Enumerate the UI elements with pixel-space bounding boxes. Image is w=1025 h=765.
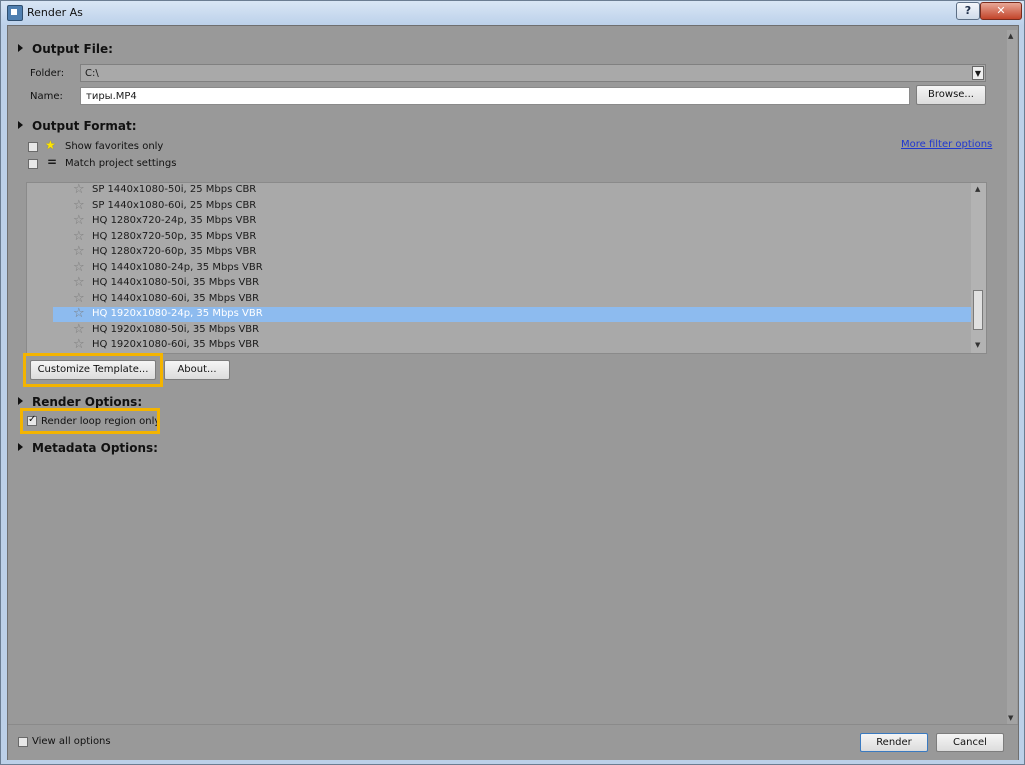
expand-arrow-icon <box>18 397 23 405</box>
file-name-input[interactable]: тиры.MP4 <box>80 87 910 105</box>
dialog-footer: View all options Render Cancel <box>8 724 1018 760</box>
cancel-button[interactable]: Cancel <box>936 733 1004 752</box>
section-output-format[interactable]: Output Format: <box>18 119 137 133</box>
section-title: Metadata Options: <box>32 441 158 455</box>
list-item[interactable]: ☆ SP 1440x1080-60i, 25 Mbps CBR <box>53 198 971 214</box>
folder-label: Folder: <box>30 68 65 79</box>
name-label: Name: <box>30 91 63 102</box>
list-item-selected[interactable]: ☆ HQ 1920x1080-24p, 35 Mbps VBR <box>53 307 971 322</box>
list-scrollbar[interactable]: ▲ ▼ <box>971 183 986 353</box>
render-as-dialog: Render As ? ✕ Output File: Folder: C:\ ▼… <box>0 0 1025 765</box>
star-outline-icon[interactable]: ☆ <box>73 214 85 228</box>
expand-arrow-icon <box>18 44 23 52</box>
close-button[interactable]: ✕ <box>980 2 1022 20</box>
star-outline-icon[interactable]: ☆ <box>73 198 85 213</box>
list-item[interactable]: ☆ HQ 1440x1080-60i, 35 Mbps VBR <box>53 291 971 307</box>
highlight-frame <box>23 353 163 387</box>
list-item[interactable]: ☆ HQ 1440x1080-24p, 35 Mbps VBR <box>53 260 971 276</box>
star-outline-icon[interactable]: ☆ <box>73 291 85 306</box>
template-list[interactable]: ☆ SP 1440x1080-50i, 25 Mbps CBR ☆ SP 1440x… <box>26 182 987 354</box>
section-title: Output File: <box>32 42 113 56</box>
view-all-options-checkbox[interactable] <box>18 737 28 747</box>
scroll-up-icon[interactable]: ▲ <box>975 185 980 193</box>
star-outline-icon[interactable]: ☆ <box>73 307 85 321</box>
star-outline-icon[interactable]: ☆ <box>73 229 85 244</box>
star-outline-icon[interactable]: ☆ <box>73 276 85 290</box>
about-button[interactable]: About... <box>164 360 230 380</box>
section-metadata-options[interactable]: Metadata Options: <box>18 441 158 455</box>
scroll-down-icon[interactable]: ▼ <box>1008 714 1013 722</box>
window-title: Render As <box>27 6 83 19</box>
scroll-thumb[interactable] <box>973 290 983 330</box>
star-outline-icon[interactable]: ☆ <box>73 245 85 259</box>
show-favorites-checkbox[interactable] <box>28 142 38 152</box>
folder-value: C:\ <box>85 68 99 79</box>
list-item[interactable]: ☆ SP 1440x1080-50i, 25 Mbps CBR <box>53 183 971 198</box>
more-filter-options-link[interactable]: More filter options <box>901 139 992 150</box>
star-outline-icon[interactable]: ☆ <box>73 260 85 275</box>
list-item[interactable]: ☆ HQ 1920x1080-60i, 35 Mbps VBR <box>53 338 971 353</box>
section-title: Render Options: <box>32 395 143 409</box>
dialog-scrollbar[interactable]: ▲ ▼ <box>1007 30 1017 724</box>
help-button[interactable]: ? <box>956 2 980 20</box>
dialog-body: Output File: Folder: C:\ ▼ Name: тиры.MP… <box>7 25 1019 760</box>
render-button[interactable]: Render <box>860 733 928 752</box>
list-item[interactable]: ☆ HQ 1920x1080-50i, 35 Mbps VBR <box>53 322 971 338</box>
expand-arrow-icon <box>18 121 23 129</box>
chevron-down-icon[interactable]: ▼ <box>972 66 984 80</box>
match-settings-icon: = <box>47 155 58 169</box>
match-project-label: Match project settings <box>65 158 177 169</box>
list-item[interactable]: ☆ HQ 1280x720-50p, 35 Mbps VBR <box>53 229 971 245</box>
section-title: Output Format: <box>32 119 137 133</box>
browse-button[interactable]: Browse... <box>916 85 986 105</box>
folder-select[interactable]: C:\ ▼ <box>80 64 986 82</box>
star-outline-icon[interactable]: ☆ <box>73 183 85 197</box>
expand-arrow-icon <box>18 443 23 451</box>
match-project-checkbox[interactable] <box>28 159 38 169</box>
list-item[interactable]: ☆ HQ 1280x720-24p, 35 Mbps VBR <box>53 214 971 229</box>
highlight-frame <box>20 408 160 434</box>
favorite-star-icon: ★ <box>45 138 56 152</box>
section-render-options[interactable]: Render Options: <box>18 395 142 409</box>
show-favorites-label: Show favorites only <box>65 141 164 152</box>
app-icon <box>7 5 23 21</box>
star-outline-icon[interactable]: ☆ <box>73 322 85 337</box>
title-bar[interactable]: Render As ? ✕ <box>1 1 1024 25</box>
scroll-up-icon[interactable]: ▲ <box>1008 32 1013 40</box>
section-output-file[interactable]: Output File: <box>18 42 113 56</box>
star-outline-icon[interactable]: ☆ <box>73 338 85 352</box>
scroll-down-icon[interactable]: ▼ <box>975 341 980 349</box>
view-all-options-label: View all options <box>32 736 111 747</box>
list-item[interactable]: ☆ HQ 1280x720-60p, 35 Mbps VBR <box>53 245 971 260</box>
list-item[interactable]: ☆ HQ 1440x1080-50i, 35 Mbps VBR <box>53 276 971 291</box>
